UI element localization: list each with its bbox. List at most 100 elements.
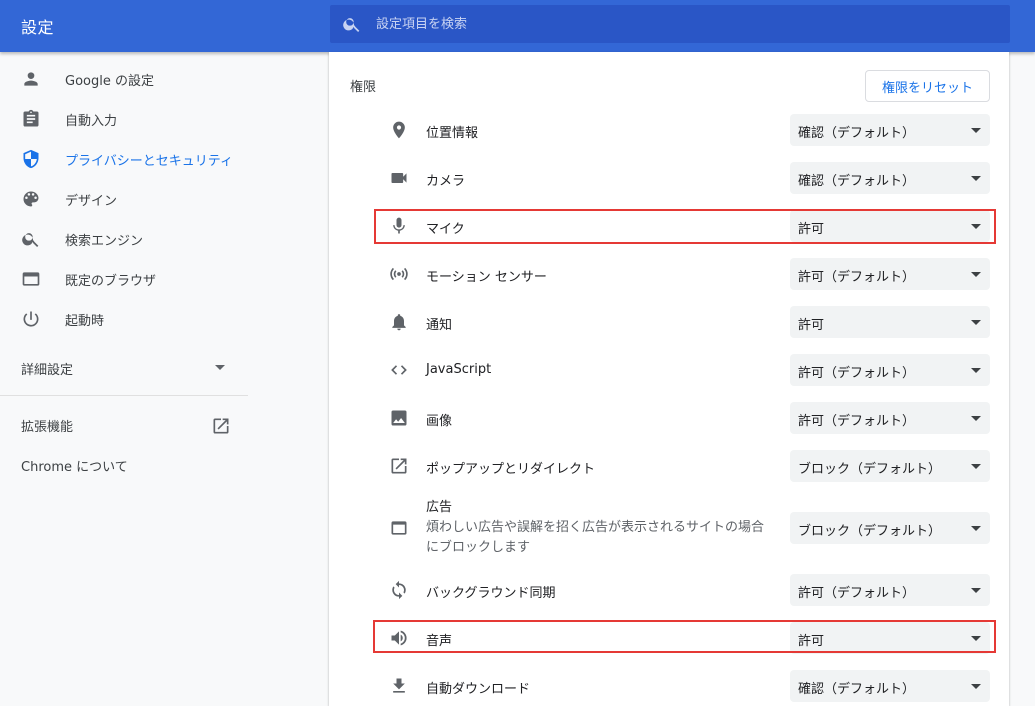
permission-label[interactable]: 通知 [426,314,452,333]
app-title: 設定 [21,18,55,37]
permission-label[interactable]: カメラ [426,170,465,189]
shield-icon [23,149,39,169]
top-bar: 設定 [0,0,1035,52]
dropdown-arrow-icon [971,684,981,689]
sync-icon [392,580,406,600]
permission-select[interactable]: 許可 [790,210,990,242]
power-icon [23,311,39,327]
search-icon [343,18,360,32]
permission-label[interactable]: モーション センサー [426,266,547,285]
sidebar-item-privacy[interactable]: プライバシーとセキュリティ [0,139,248,179]
dropdown-arrow-icon [971,224,981,229]
sidebar-item-about-chrome[interactable]: Chrome について [21,456,128,475]
section-title: 権限 [350,80,377,95]
permission-select[interactable]: ブロック（デフォルト） [790,512,990,544]
sidebar-item-label: 自動入力 [65,114,118,129]
dropdown-arrow-icon [971,416,981,421]
permission-select[interactable]: 確認（デフォルト） [790,162,990,194]
permission-label[interactable]: 位置情報 [426,122,478,141]
sidebar-item-design[interactable]: デザイン [0,179,248,219]
search-box[interactable] [330,5,1010,43]
advanced-settings-toggle[interactable]: 詳細設定 [21,359,73,378]
sidebar-item-autofill[interactable]: 自動入力 [0,99,248,139]
dropdown-arrow-icon [971,176,981,181]
sidebar-divider [0,395,248,396]
permission-label[interactable]: 広告煩わしい広告や誤解を招く広告が表示されるサイトの場合にブロックします [426,498,771,558]
permission-label[interactable]: マイク [426,218,465,237]
image-icon [391,410,407,426]
permissions-card: 権限 権限をリセット 位置情報 確認（デフォルト） カメラ 確認（デフォルト） … [329,52,1009,706]
dropdown-arrow-icon [971,464,981,469]
dropdown-arrow-icon [971,526,981,531]
sidebar-item-label: デザイン [65,194,118,209]
palette-icon [23,191,39,207]
permission-row-notifications: 通知 許可 [374,298,994,346]
ads-title: 広告 [426,500,453,515]
permission-select[interactable]: 許可（デフォルト） [790,354,990,386]
permission-label[interactable]: ポップアップとリダイレクト [426,458,595,477]
reset-permissions-button[interactable]: 権限をリセット [865,70,990,102]
permission-row-location: 位置情報 確認（デフォルト） [374,106,994,154]
dropdown-arrow-icon [971,588,981,593]
select-value: 許可 [798,318,825,333]
permission-row-images: 画像 許可（デフォルト） [374,394,994,442]
permission-select[interactable]: 許可 [790,622,990,654]
select-value: 確認（デフォルト） [798,174,916,189]
location-pin-icon [393,121,405,139]
sidebar-item-startup[interactable]: 起動時 [0,299,248,339]
browser-icon [22,272,40,286]
dropdown-arrow-icon [971,272,981,277]
select-value: ブロック（デフォルト） [798,462,942,477]
select-value: 許可 [798,222,825,237]
open-in-new-icon[interactable] [211,416,231,436]
sidebar-item-default-browser[interactable]: 既定のブラウザ [0,259,248,299]
permission-row-javascript: JavaScript 許可（デフォルト） [374,346,994,394]
permission-row-sound: 音声 許可 [374,614,994,662]
clipboard-icon [23,109,39,127]
sidebar-item-label: 検索エンジン [65,234,144,249]
permission-label[interactable]: JavaScript [426,362,491,377]
permission-row-camera: カメラ 確認（デフォルト） [374,154,994,202]
permission-select[interactable]: 確認（デフォルト） [790,670,990,702]
permission-select[interactable]: 許可 [790,306,990,338]
search-input[interactable] [376,5,996,43]
permission-label[interactable]: 音声 [426,630,452,649]
sidebar-item-label: プライバシーとセキュリティ [65,154,233,169]
search-icon [22,233,39,247]
sidebar-item-label: Google の設定 [65,74,154,89]
dropdown-arrow-icon [971,320,981,325]
permission-select[interactable]: ブロック（デフォルト） [790,450,990,482]
camera-icon [391,173,407,183]
code-icon [391,365,407,375]
chevron-down-icon[interactable] [215,365,225,370]
ads-window-icon [391,521,407,535]
select-value: ブロック（デフォルト） [798,524,942,539]
permission-label[interactable]: 画像 [426,410,452,429]
select-value: 確認（デフォルト） [798,682,916,697]
sidebar-item-label: 既定のブラウザ [65,274,157,289]
sidebar-item-google[interactable]: Google の設定 [0,59,248,99]
sidebar-item-search-engine[interactable]: 検索エンジン [0,219,248,259]
permission-select[interactable]: 許可（デフォルト） [790,258,990,290]
permission-row-automatic-downloads: 自動ダウンロード 確認（デフォルト） [374,662,994,706]
permission-label[interactable]: 自動ダウンロード [426,678,530,697]
permission-label[interactable]: バックグラウンド同期 [426,582,555,601]
motion-sensor-icon [390,267,408,281]
download-icon [393,678,405,693]
open-in-new-icon [391,458,407,474]
permission-row-motion-sensors: モーション センサー 許可（デフォルト） [374,250,994,298]
permission-select[interactable]: 確認（デフォルト） [790,114,990,146]
microphone-icon [393,217,405,234]
permission-row-ads: 広告煩わしい広告や誤解を招く広告が表示されるサイトの場合にブロックします ブロッ… [374,494,994,562]
dropdown-arrow-icon [971,368,981,373]
ads-description: 煩わしい広告や誤解を招く広告が表示されるサイトの場合にブロックします [426,520,765,555]
sidebar-item-label: 起動時 [65,314,105,329]
select-value: 許可（デフォルト） [798,366,916,381]
dropdown-arrow-icon [971,128,981,133]
permission-select[interactable]: 許可（デフォルト） [790,574,990,606]
select-value: 許可（デフォルト） [798,270,916,285]
sidebar-item-extensions[interactable]: 拡張機能 [21,416,73,435]
permission-select[interactable]: 許可（デフォルト） [790,402,990,434]
permission-row-popups: ポップアップとリダイレクト ブロック（デフォルト） [374,442,994,490]
dropdown-arrow-icon [971,636,981,641]
